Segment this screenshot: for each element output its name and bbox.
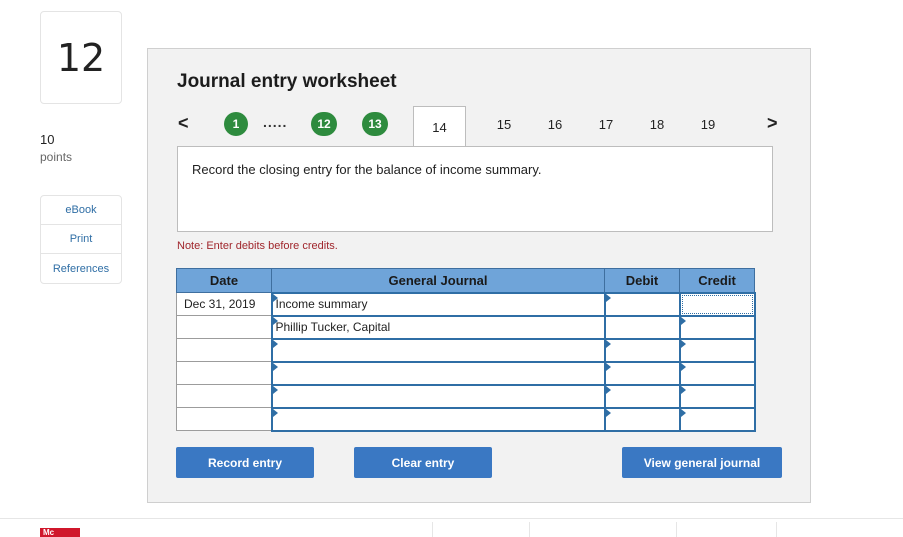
step-17-button[interactable]: 17 <box>594 117 618 132</box>
input-marker-icon <box>605 408 611 417</box>
table-row <box>176 383 756 409</box>
account-dropdown[interactable] <box>270 406 606 432</box>
journal-worksheet-panel: Journal entry worksheet < 1 ..... 12 13 … <box>147 48 811 503</box>
account-dropdown[interactable] <box>270 337 606 363</box>
debit-input[interactable] <box>603 360 681 386</box>
date-cell <box>176 384 272 408</box>
debit-input[interactable] <box>603 337 681 363</box>
points-value: 10 <box>40 132 55 147</box>
step-13-button[interactable]: 13 <box>362 112 388 136</box>
resource-links: eBook Print References <box>40 195 122 284</box>
table-row: Phillip Tucker, Capital <box>176 314 756 340</box>
credit-input[interactable] <box>678 383 756 409</box>
account-value: Income summary <box>275 297 368 311</box>
footer-divider-tick <box>776 522 777 537</box>
input-marker-icon <box>605 339 611 348</box>
step-18-button[interactable]: 18 <box>645 117 669 132</box>
dropdown-marker-icon <box>272 316 278 325</box>
table-row <box>176 360 756 386</box>
debit-header: Debit <box>604 268 680 293</box>
dropdown-marker-icon <box>272 362 278 371</box>
step-19-button[interactable]: 19 <box>696 117 720 132</box>
account-dropdown[interactable] <box>270 360 606 386</box>
table-row <box>176 337 756 363</box>
input-marker-icon <box>605 385 611 394</box>
mcgraw-hill-logo: Mc <box>40 528 80 537</box>
footer-divider-tick <box>676 522 677 537</box>
print-link[interactable]: Print <box>41 225 121 254</box>
general-journal-header: General Journal <box>271 268 605 293</box>
footer-divider-tick <box>432 522 433 537</box>
debit-input[interactable] <box>603 383 681 409</box>
worksheet-title: Journal entry worksheet <box>177 71 397 92</box>
footer-divider-tick <box>529 522 530 537</box>
dropdown-marker-icon <box>272 339 278 348</box>
step-12-button[interactable]: 12 <box>311 112 337 136</box>
step-1-button[interactable]: 1 <box>224 112 248 136</box>
credit-input[interactable] <box>678 314 756 340</box>
debit-input[interactable] <box>603 314 681 340</box>
table-row <box>176 406 756 432</box>
input-marker-icon <box>680 362 686 371</box>
instruction-box: Record the closing entry for the balance… <box>177 146 773 232</box>
debit-input[interactable] <box>603 291 681 317</box>
date-cell <box>176 361 272 385</box>
dropdown-marker-icon <box>272 408 278 417</box>
dropdown-marker-icon <box>272 385 278 394</box>
next-step-icon[interactable]: > <box>767 113 778 134</box>
account-dropdown[interactable]: Income summary <box>270 291 606 317</box>
input-marker-icon <box>680 316 686 325</box>
step-15-button[interactable]: 15 <box>492 117 516 132</box>
table-row: Dec 31, 2019 Income summary <box>176 291 756 317</box>
input-marker-icon <box>680 339 686 348</box>
view-general-journal-button[interactable]: View general journal <box>622 447 782 478</box>
footer-divider <box>0 518 903 519</box>
step-navigation: < 1 ..... 12 13 14 15 16 17 18 19 > <box>148 105 812 148</box>
date-cell: Dec 31, 2019 <box>176 292 272 316</box>
clear-entry-button[interactable]: Clear entry <box>354 447 492 478</box>
question-number: 12 <box>56 35 106 80</box>
account-dropdown[interactable] <box>270 383 606 409</box>
ebook-link[interactable]: eBook <box>41 196 121 225</box>
input-marker-icon <box>605 362 611 371</box>
record-entry-button[interactable]: Record entry <box>176 447 314 478</box>
date-cell <box>176 338 272 362</box>
dropdown-marker-icon <box>272 293 278 302</box>
input-marker-icon <box>680 408 686 417</box>
question-number-box: 12 <box>40 11 122 104</box>
credit-header: Credit <box>679 268 755 293</box>
account-dropdown[interactable]: Phillip Tucker, Capital <box>270 314 606 340</box>
credit-input[interactable] <box>678 337 756 363</box>
credit-input[interactable] <box>678 291 756 317</box>
date-cell <box>176 315 272 339</box>
debit-credit-note: Note: Enter debits before credits. <box>177 240 338 252</box>
input-marker-icon <box>680 385 686 394</box>
date-header: Date <box>176 268 272 293</box>
references-link[interactable]: References <box>41 254 121 283</box>
step-14-tab-active[interactable]: 14 <box>413 106 466 148</box>
points-label: points <box>40 150 73 164</box>
instruction-text: Record the closing entry for the balance… <box>192 162 542 177</box>
credit-input[interactable] <box>678 360 756 386</box>
date-cell <box>176 407 272 431</box>
prev-step-icon[interactable]: < <box>178 113 189 134</box>
step-16-button[interactable]: 16 <box>543 117 567 132</box>
input-marker-icon <box>605 293 611 302</box>
journal-table: Date General Journal Debit Credit Dec 31… <box>176 268 756 432</box>
account-value: Phillip Tucker, Capital <box>275 320 391 334</box>
credit-input[interactable] <box>678 406 756 432</box>
steps-ellipsis: ..... <box>263 114 288 130</box>
debit-input[interactable] <box>603 406 681 432</box>
